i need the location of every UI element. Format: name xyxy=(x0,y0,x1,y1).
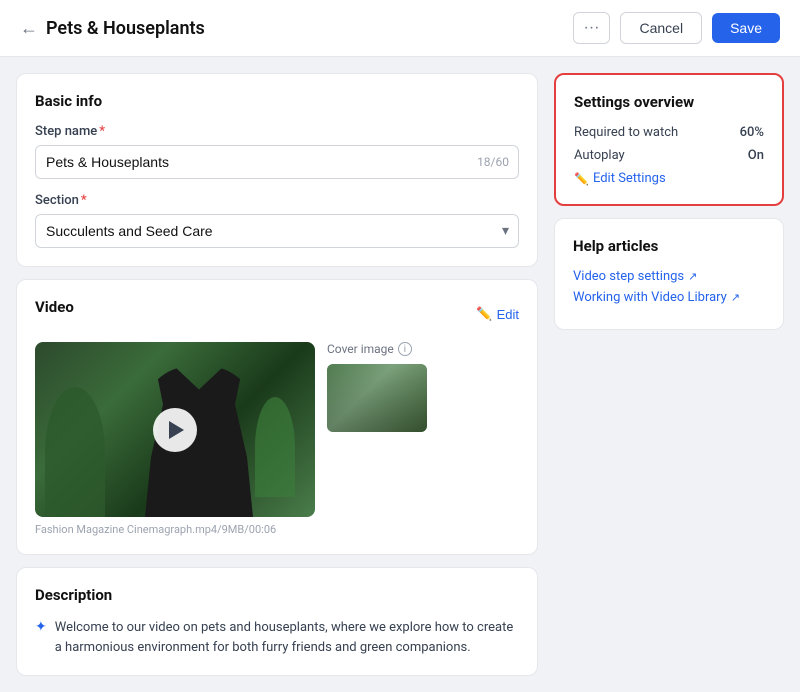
video-card: Video ✏️ Edit xyxy=(16,279,538,555)
pencil-edit-icon: ✏️ xyxy=(476,306,492,322)
save-button[interactable]: Save xyxy=(712,13,780,43)
info-icon: i xyxy=(398,342,412,356)
char-count: 18/60 xyxy=(477,155,509,169)
description-card: Description ✦ Welcome to our video on pe… xyxy=(16,567,538,676)
page-title: Pets & Houseplants xyxy=(46,18,205,39)
step-name-label: Step name* xyxy=(35,124,519,139)
help-article-1-label: Video step settings xyxy=(573,269,684,284)
more-options-button[interactable]: ··· xyxy=(573,12,611,44)
back-button[interactable]: ← xyxy=(20,18,38,39)
section-select-wrap: Succulents and Seed Care ▾ xyxy=(35,214,519,248)
video-player-wrap: Fashion Magazine Cinemagraph.mp4/9MB/00:… xyxy=(35,342,315,536)
edit-settings-label: Edit Settings xyxy=(593,171,666,186)
description-body: ✦ Welcome to our video on pets and house… xyxy=(35,618,519,657)
play-icon xyxy=(169,421,184,439)
help-articles-card: Help articles Video step settings ↗ Work… xyxy=(554,218,784,330)
cover-image-thumbnail[interactable] xyxy=(327,364,427,432)
description-text: Welcome to our video on pets and housepl… xyxy=(55,618,519,657)
cancel-button[interactable]: Cancel xyxy=(620,12,702,44)
description-title: Description xyxy=(35,586,519,604)
required-to-watch-value: 60% xyxy=(740,125,764,140)
spark-icon: ✦ xyxy=(35,619,47,635)
section-label: Section* xyxy=(35,193,519,208)
step-name-input[interactable] xyxy=(35,145,519,179)
cover-image-label: Cover image i xyxy=(327,342,427,356)
basic-info-title: Basic info xyxy=(35,92,519,110)
pencil-icon: ✏️ xyxy=(574,172,589,186)
settings-overview-card: Settings overview Required to watch 60% … xyxy=(554,73,784,206)
video-overlay xyxy=(35,342,315,517)
video-body: Fashion Magazine Cinemagraph.mp4/9MB/00:… xyxy=(35,342,519,536)
autoplay-row: Autoplay On xyxy=(574,148,764,163)
edit-video-button[interactable]: ✏️ Edit xyxy=(476,306,519,322)
settings-overview-title: Settings overview xyxy=(574,93,764,111)
external-link-icon-2: ↗ xyxy=(731,291,740,304)
required-to-watch-label: Required to watch xyxy=(574,125,678,140)
video-caption: Fashion Magazine Cinemagraph.mp4/9MB/00:… xyxy=(35,523,315,536)
help-articles-title: Help articles xyxy=(573,237,765,255)
left-column: Basic info Step name* 18/60 Section* Suc… xyxy=(16,73,538,676)
app-header: ← Pets & Houseplants ··· Cancel Save xyxy=(0,0,800,57)
video-header: Video ✏️ Edit xyxy=(35,298,519,330)
cover-thumb-overlay xyxy=(327,364,427,432)
external-link-icon-1: ↗ xyxy=(688,270,697,283)
step-name-required: * xyxy=(99,124,105,139)
play-button[interactable] xyxy=(153,408,197,452)
help-article-1-link[interactable]: Video step settings ↗ xyxy=(573,269,765,284)
section-required: * xyxy=(81,193,87,208)
header-right: ··· Cancel Save xyxy=(573,12,781,44)
basic-info-card: Basic info Step name* 18/60 Section* Suc… xyxy=(16,73,538,267)
help-article-2-label: Working with Video Library xyxy=(573,290,727,305)
header-left: ← Pets & Houseplants xyxy=(20,18,205,39)
right-column: Settings overview Required to watch 60% … xyxy=(554,73,784,676)
video-section-title: Video xyxy=(35,298,74,316)
help-article-2-link[interactable]: Working with Video Library ↗ xyxy=(573,290,765,305)
autoplay-value: On xyxy=(748,148,764,163)
autoplay-label: Autoplay xyxy=(574,148,625,163)
main-content: Basic info Step name* 18/60 Section* Suc… xyxy=(0,57,800,692)
cover-image-section: Cover image i xyxy=(327,342,427,432)
required-to-watch-row: Required to watch 60% xyxy=(574,125,764,140)
video-thumbnail[interactable] xyxy=(35,342,315,517)
section-select[interactable]: Succulents and Seed Care xyxy=(35,214,519,248)
step-name-field-wrap: 18/60 xyxy=(35,145,519,179)
edit-settings-link[interactable]: ✏️ Edit Settings xyxy=(574,171,764,186)
